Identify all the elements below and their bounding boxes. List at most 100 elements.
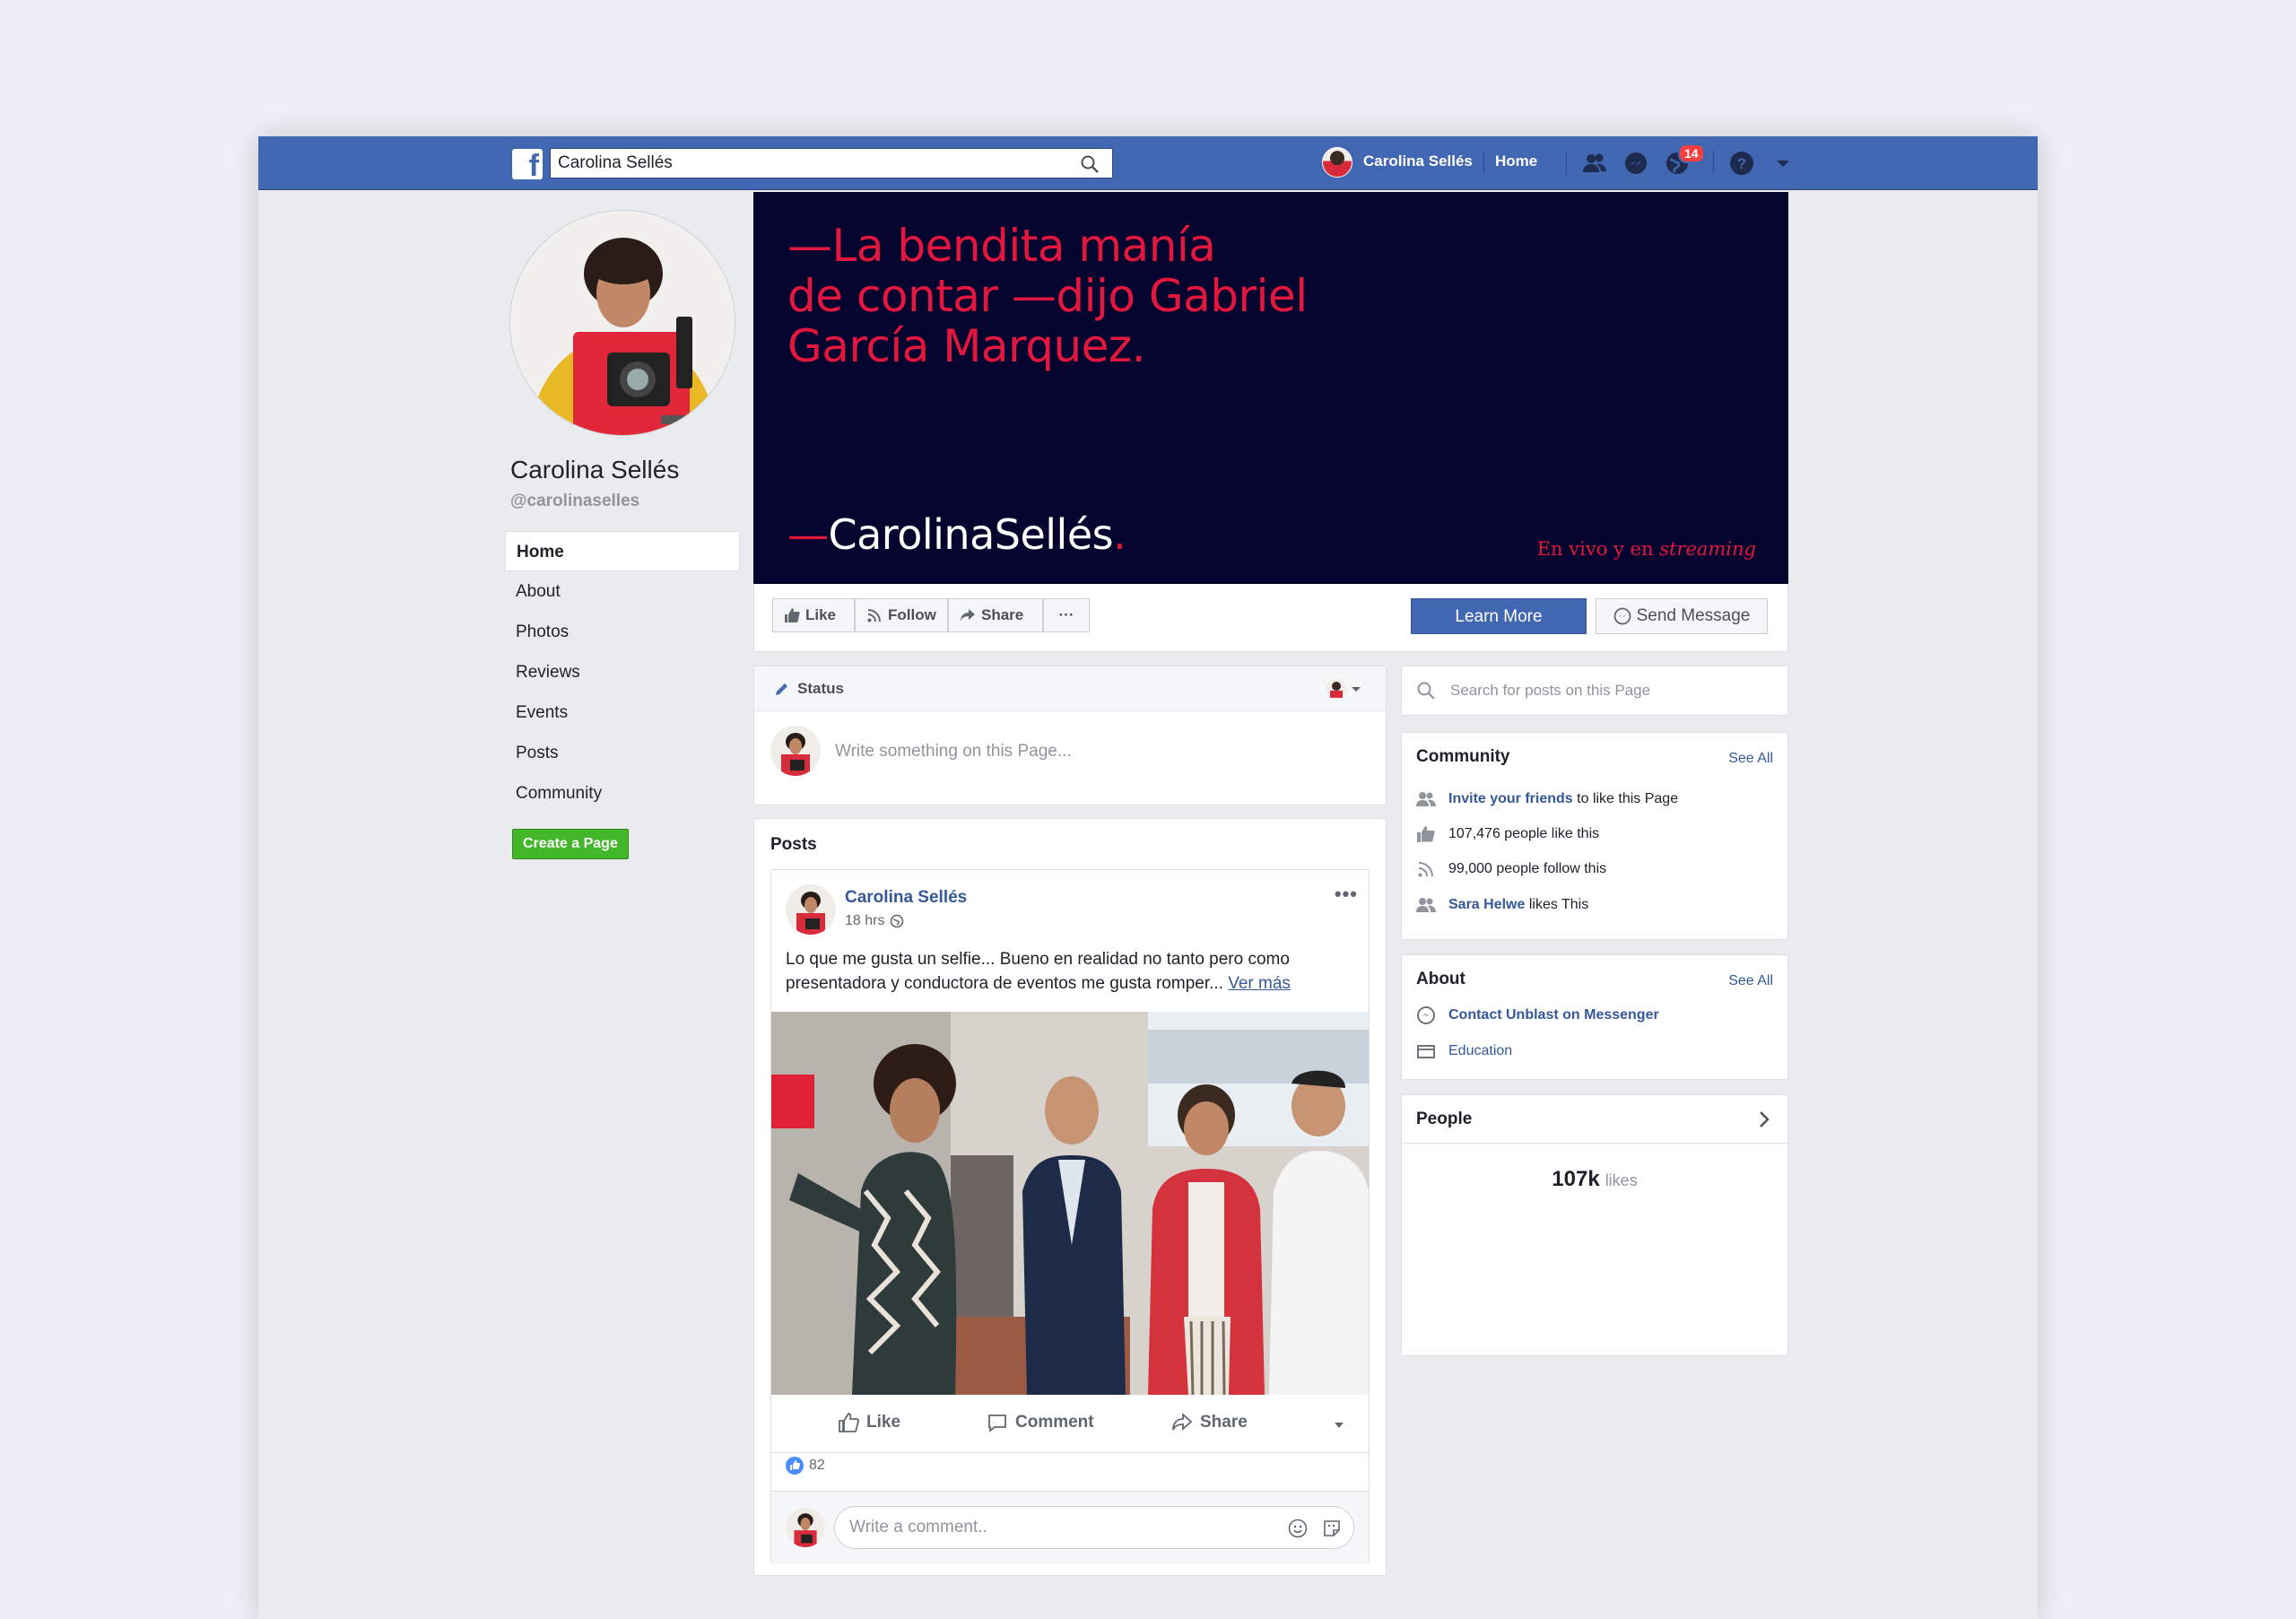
follow-rss-icon [867,609,881,622]
education-link[interactable]: Education [1448,1043,1512,1059]
post-action-bar: Like Comment Share [771,1396,1369,1453]
share-page-button[interactable]: Share [948,598,1043,632]
learn-more-button[interactable]: Learn More [1411,598,1587,634]
more-actions-button[interactable]: ··· [1043,598,1090,632]
about-heading: About [1416,970,1465,988]
page-follows-text: 99,000 people follow this [1448,861,1607,876]
brand-dash: — [787,510,829,559]
nav-item-events[interactable]: Events [505,692,740,733]
page-posts-search-input[interactable] [1450,666,1773,715]
messenger-icon[interactable] [1622,149,1650,178]
tagline-text: En vivo y en [1536,538,1660,560]
notifications-badge: 14 [1678,144,1705,163]
globe-icon [891,914,904,928]
cover-quote: —La bendita manía de contar —dijo Gabrie… [787,221,1308,371]
account-menu-chevron-icon[interactable] [1769,149,1797,178]
search-icon[interactable] [1080,154,1100,174]
thumbs-up-icon [785,608,800,622]
cover-quote-line: —La bendita manía [787,220,1216,272]
nav-item-about[interactable]: About [505,571,740,612]
global-search-box[interactable] [550,148,1113,178]
page-likes-row: 107,476 people like this [1416,825,1599,843]
nav-item-reviews[interactable]: Reviews [505,652,740,692]
follow-page-button[interactable]: Follow [855,598,948,632]
nav-item-posts[interactable]: Posts [505,733,740,773]
see-more-link[interactable]: Ver más [1228,974,1291,993]
profile-photo-image [510,211,735,435]
send-message-button[interactable]: Send Message [1596,598,1768,634]
nav-item-community[interactable]: Community [505,773,740,814]
page-likes-text: 107,476 people like this [1448,826,1600,841]
cover-tagline: En vivo y en streaming [1537,538,1756,560]
user-name-link[interactable]: Carolina Sellés [1363,152,1473,170]
status-tab[interactable]: Status [754,666,1386,711]
comment-input[interactable] [849,1507,1244,1548]
search-icon [1417,682,1435,700]
post-comment-button[interactable]: Comment [987,1412,1094,1433]
comment-composer [771,1491,1369,1564]
about-see-all-link[interactable]: See All [1728,973,1773,989]
friend-requests-icon[interactable] [1580,149,1609,178]
post-author-name[interactable]: Carolina Sellés [845,888,967,908]
posts-heading: Posts [770,835,817,854]
follow-rss-icon [1418,862,1433,877]
messenger-contact-link[interactable]: Contact Unblast on Messenger [1448,1007,1659,1023]
education-icon [1417,1045,1435,1058]
brand-dot: . [1113,510,1126,559]
help-icon[interactable]: ? [1727,149,1756,178]
page-posts-search[interactable] [1401,666,1788,716]
facebook-window: f Carolina Sellés Home 14 [258,136,2038,1619]
cover-photo[interactable]: —La bendita manía de contar —dijo Gabrie… [753,192,1788,584]
home-link[interactable]: Home [1495,152,1537,170]
topbar-divider [1483,151,1484,174]
reactions-summary[interactable]: 82 [786,1457,825,1475]
composer-input[interactable]: Write something on this Page... [835,742,1072,762]
share-page-label: Share [981,606,1024,623]
like-reaction-icon [786,1457,804,1475]
page-handle[interactable]: @carolinaselles [510,492,639,511]
post-author-avatar[interactable] [786,884,836,935]
post-like-button[interactable]: Like [838,1412,900,1433]
people-heading: People [1416,1110,1473,1128]
posts-section: Posts Carolina Sellés 18 hrs ••• Lo que … [753,818,1387,1576]
facebook-logo-icon[interactable]: f [512,149,543,181]
profile-picture[interactable] [509,210,735,436]
sticker-icon[interactable] [1321,1518,1343,1539]
emoji-icon[interactable] [1287,1518,1309,1539]
people-header[interactable]: People [1402,1095,1787,1144]
people-section: People 107k likes [1401,1094,1788,1356]
post-share-button[interactable]: Share [1171,1412,1248,1433]
more-actions-label: ··· [1058,606,1074,623]
friends-icon [1416,792,1436,806]
nav-item-photos[interactable]: Photos [505,612,740,652]
user-avatar[interactable] [1322,147,1352,178]
friend-likes-text: likes This [1525,897,1589,912]
friend-name-link[interactable]: Sara Helwe [1448,897,1525,912]
post-options-icon[interactable]: ••• [1335,883,1358,906]
about-section: About See All Contact Unblast on Messeng… [1401,954,1788,1080]
post-timestamp[interactable]: 18 hrs [845,913,904,929]
messenger-icon [1613,607,1631,625]
messenger-contact-row: Contact Unblast on Messenger [1416,1005,1659,1025]
global-search-input[interactable] [558,149,1060,178]
status-label: Status [797,679,844,697]
chevron-right-icon[interactable] [1755,1110,1773,1129]
post-as-selector[interactable] [1326,679,1362,699]
thumbs-up-icon [839,1413,859,1432]
invite-friends-link[interactable]: Invite your friends [1448,791,1573,806]
community-see-all-link[interactable]: See All [1728,751,1773,767]
post-photo-image [771,1012,1369,1395]
nav-item-home[interactable]: Home [505,531,740,571]
audience-chevron-down-icon[interactable] [1333,1419,1345,1432]
friends-icon [1416,898,1436,912]
create-page-button[interactable]: Create a Page [512,829,629,859]
post-photo[interactable] [771,1012,1369,1395]
education-row: Education [1416,1042,1512,1060]
post-time-text: 18 hrs [845,913,885,928]
comment-input-box[interactable] [834,1506,1354,1549]
post-as-avatar-icon [1326,679,1346,699]
chevron-down-icon [1352,687,1361,692]
commenter-avatar [786,1508,825,1547]
like-page-button[interactable]: Like [772,598,855,632]
page-follows-row: 99,000 people follow this [1416,860,1606,878]
